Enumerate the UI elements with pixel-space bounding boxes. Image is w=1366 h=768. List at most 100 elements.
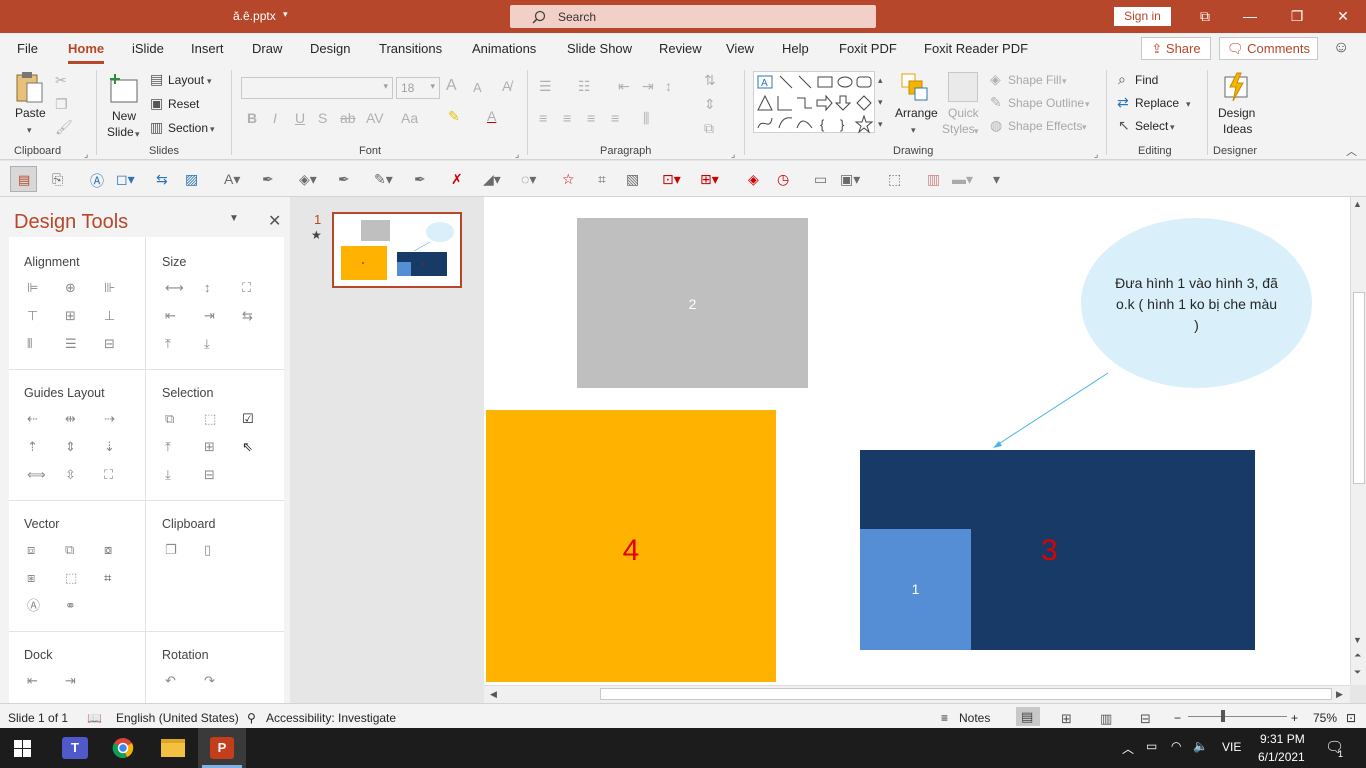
subtract-shapes-tool-icon[interactable]: ⬚ (65, 571, 77, 584)
guide-fill-height-tool-icon[interactable]: ⇳ (65, 468, 76, 481)
zoom-level[interactable]: 75% (1313, 711, 1337, 725)
new-slide-button[interactable]: New (112, 109, 136, 123)
fragment-shapes-tool-icon[interactable]: ⧇ (104, 543, 112, 556)
folder-tool-icon[interactable]: ▬▾ (952, 171, 973, 188)
align-bottom-tool-icon[interactable]: ⊥ (104, 309, 115, 322)
highlight-icon[interactable]: ✎ (448, 109, 460, 123)
tray-overflow-icon[interactable]: ︿ (1122, 740, 1134, 757)
font-name-input[interactable]: ▾ (241, 77, 393, 99)
layout-dropdown-icon[interactable]: ▾ (207, 74, 212, 88)
guide-left-tool-icon[interactable]: ⇠ (27, 412, 38, 425)
search-box[interactable]: Search (510, 5, 876, 28)
quick-styles-button[interactable]: Quick (948, 106, 979, 120)
strikethrough-icon[interactable]: ab (340, 111, 356, 125)
textbox-icon[interactable]: Ⓐ (90, 171, 104, 191)
teams-app-icon[interactable]: T (62, 737, 88, 759)
slide-sorter-icon[interactable]: ⊞ (1061, 711, 1072, 727)
tab-draw[interactable]: Draw (252, 41, 282, 56)
section-button[interactable]: Section (168, 121, 208, 135)
slide-layout-tool-icon[interactable]: ▭ (814, 171, 827, 188)
replace-shape-icon[interactable]: ⇆ (156, 171, 168, 188)
fill-color-tool-icon[interactable]: ◈▾ (299, 171, 317, 188)
align-middle-tool-icon[interactable]: ⊞ (65, 309, 76, 322)
select-same-type-tool-icon[interactable]: ⬚ (204, 412, 216, 425)
tab-view[interactable]: View (726, 41, 754, 56)
guide-bottom-tool-icon[interactable]: ⇣ (104, 440, 115, 453)
cut-icon[interactable]: ✂ (55, 73, 67, 87)
design-ideas-button-line2[interactable]: Ideas (1223, 122, 1252, 136)
outline-color-tool-icon[interactable]: ✎▾ (374, 171, 393, 188)
distribute-tool-icon[interactable]: ⊞▾ (700, 171, 719, 188)
paste-special-icon[interactable]: ⎘ (52, 171, 63, 188)
tab-insert[interactable]: Insert (191, 41, 224, 56)
quick-styles-icon[interactable] (948, 72, 978, 102)
numbering-icon[interactable]: ☷ (578, 79, 591, 93)
extend-left-tool-icon[interactable]: ⇤ (165, 309, 176, 322)
align-to-slide-tool-icon[interactable]: ⊟ (104, 337, 115, 350)
same-height-tool-icon[interactable]: ↕ (204, 281, 211, 294)
extend-top-tool-icon[interactable]: ⤒ (165, 337, 171, 350)
text-to-shape-tool-icon[interactable]: Ⓐ (27, 599, 40, 612)
clipboard-launcher-icon[interactable]: ⌟ (84, 147, 88, 161)
font-size-input[interactable]: 18 ▾ (396, 77, 440, 99)
design-ideas-icon[interactable] (1221, 71, 1251, 103)
paragraph-launcher-icon[interactable]: ⌟ (731, 147, 735, 161)
align-left-icon[interactable]: ≡ (539, 111, 547, 125)
shape-effect-tool-icon[interactable]: ◢▾ (483, 171, 501, 188)
toolbar-more-icon[interactable]: ▾ (993, 171, 1000, 188)
gallery-more-icon[interactable]: ▾ (878, 117, 883, 131)
align-right-tool-icon[interactable]: ⊪ (104, 281, 115, 294)
decrease-font-size-icon[interactable]: A (473, 81, 482, 95)
tab-home[interactable]: Home (68, 41, 105, 64)
favorite-tool-icon[interactable]: ☆ (562, 171, 575, 188)
align-left-tool-icon[interactable]: ⊫ (27, 281, 38, 294)
shape-convert-tool-icon[interactable]: ⚭ (65, 599, 76, 612)
tab-review[interactable]: Review (659, 41, 702, 56)
format-painter-icon[interactable]: 🖌 (55, 120, 73, 134)
scroll-up-icon[interactable]: ▲ (1353, 199, 1362, 209)
next-slide-icon[interactable]: ⏷ (1354, 667, 1361, 678)
tab-file[interactable]: File (17, 41, 38, 56)
font-color-icon[interactable]: A (487, 109, 496, 123)
align-grid-tool-icon[interactable]: ⊡▾ (662, 171, 681, 188)
slide-thumbnail-1[interactable] (332, 212, 462, 288)
align-text-icon[interactable]: ⇕ (704, 97, 716, 111)
reset-button[interactable]: Reset (168, 97, 199, 111)
sign-in-button[interactable]: Sign in (1114, 7, 1171, 26)
select-invert-tool-icon[interactable]: ⊟ (204, 468, 215, 481)
change-case-icon[interactable]: Aa (401, 111, 418, 125)
paste-dropdown-icon[interactable]: ▾ (27, 123, 32, 137)
arrange-button[interactable]: Arrange (895, 106, 938, 120)
replace-button[interactable]: Replace (1135, 96, 1179, 110)
scroll-right-icon[interactable]: ▶ (1336, 689, 1343, 700)
shape-outline-dropdown-icon[interactable]: ▾ (1085, 97, 1090, 111)
select-all-tool-icon[interactable]: ☑ (242, 412, 254, 425)
increase-font-size-icon[interactable]: A (446, 78, 457, 94)
toolbar-toggle-button[interactable]: ▤ (10, 166, 37, 192)
close-icon[interactable]: ✕ (1335, 8, 1351, 24)
eyedropper-outline-icon[interactable]: ✒ (414, 171, 426, 188)
guide-fill-width-tool-icon[interactable]: ⟺ (27, 468, 46, 481)
layout-button[interactable]: Layout (168, 73, 204, 87)
font-color-tool-icon[interactable]: A▾ (224, 171, 240, 188)
select-pointer-tool-icon[interactable]: ⇖ (242, 440, 253, 453)
panel-options-icon[interactable]: ▼ (229, 213, 239, 224)
chrome-app-icon[interactable] (112, 737, 134, 762)
previous-slide-icon[interactable]: ⏶ (1354, 650, 1361, 661)
italic-icon[interactable]: I (273, 111, 277, 125)
guide-middle-tool-icon[interactable]: ⇕ (65, 440, 76, 453)
slideshow-view-icon[interactable]: ⊟ (1140, 711, 1151, 727)
justify-icon[interactable]: ≡ (611, 111, 619, 125)
select-button[interactable]: Select (1135, 119, 1168, 133)
restore-icon[interactable]: ❐ (1289, 8, 1305, 24)
distribute-vertical-tool-icon[interactable]: ☰ (65, 337, 77, 350)
reading-view-icon[interactable]: ▥ (1100, 711, 1112, 727)
view-tool-icon[interactable]: ▣▾ (840, 171, 860, 188)
rotate-right-tool-icon[interactable]: ↷ (204, 674, 215, 687)
guide-fill-area-tool-icon[interactable]: ⛶ (104, 468, 113, 481)
timer-tool-icon[interactable]: ◷ (777, 171, 789, 188)
share-button[interactable]: ⇪ Share (1141, 37, 1211, 60)
arrange-dropdown-icon[interactable]: ▾ (911, 123, 916, 137)
guide-center-tool-icon[interactable]: ⇹ (65, 412, 76, 425)
scroll-left-icon[interactable]: ◀ (490, 689, 497, 700)
